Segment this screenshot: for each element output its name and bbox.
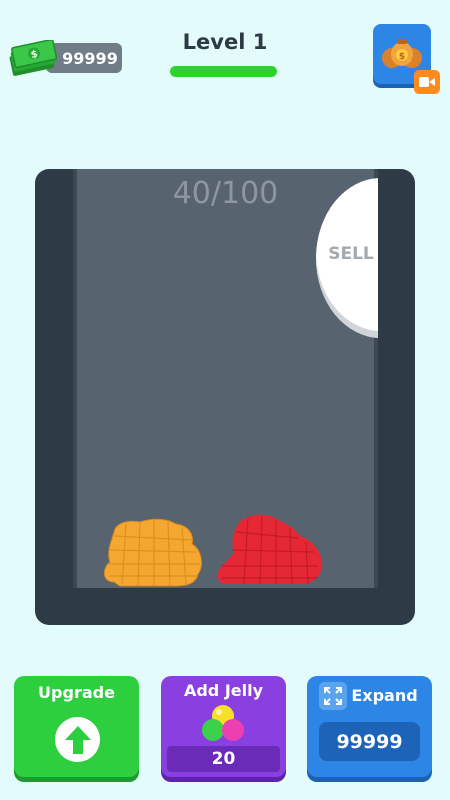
arrow-up-icon xyxy=(55,717,100,762)
expand-button[interactable]: Expand 99999 xyxy=(307,676,432,777)
video-ad-icon[interactable] xyxy=(414,70,440,94)
expand-label: Expand xyxy=(351,686,418,705)
cash-stack-icon: $ xyxy=(9,40,58,76)
level-progress-bar xyxy=(170,66,277,77)
sell-label: SELL xyxy=(328,244,374,264)
upgrade-label: Upgrade xyxy=(38,683,115,702)
upgrade-button[interactable]: Upgrade xyxy=(14,676,139,777)
add-jelly-button[interactable]: Add Jelly 20 xyxy=(161,676,286,777)
svg-text:$: $ xyxy=(399,52,405,62)
add-jelly-label: Add Jelly xyxy=(183,681,264,700)
jelly-cubes-icon xyxy=(202,705,244,741)
expand-price: 99999 xyxy=(319,722,420,761)
orange-jelly-blob[interactable] xyxy=(100,516,206,590)
red-jelly-blob[interactable] xyxy=(214,512,326,590)
money-bags-icon: $ xyxy=(382,39,422,68)
add-jelly-price: 20 xyxy=(167,746,280,772)
currency-display: 99999 $ xyxy=(6,40,122,76)
level-title: Level 1 xyxy=(182,30,268,54)
